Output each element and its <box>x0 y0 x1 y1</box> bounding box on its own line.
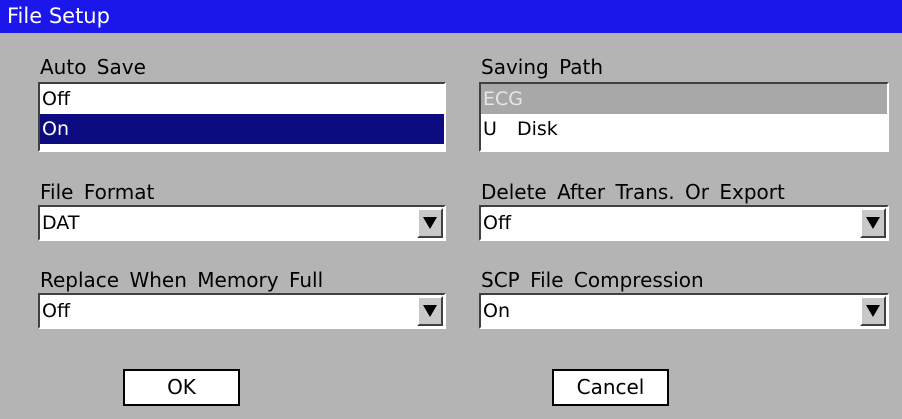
saving-path-option-u-disk[interactable]: U Disk <box>481 114 887 144</box>
delete-after-label: Delete After Trans. Or Export <box>481 180 785 204</box>
cancel-button[interactable]: Cancel <box>552 369 669 406</box>
chevron-down-icon <box>423 305 437 317</box>
ok-button[interactable]: OK <box>123 369 240 406</box>
file-format-dropdown[interactable]: DAT <box>38 205 446 241</box>
chevron-down-icon <box>866 217 880 229</box>
scp-compression-value: On <box>483 300 510 322</box>
file-format-value: DAT <box>42 212 80 234</box>
delete-after-dropdown[interactable]: Off <box>479 205 889 241</box>
replace-full-dropdown[interactable]: Off <box>38 293 446 329</box>
auto-save-option-off[interactable]: Off <box>40 84 444 114</box>
window-title: File Setup <box>0 0 902 33</box>
saving-path-option-ecg[interactable]: ECG <box>481 84 887 114</box>
scp-compression-dropdown[interactable]: On <box>479 293 889 329</box>
file-format-dropdown-button[interactable] <box>417 208 443 238</box>
saving-path-list[interactable]: ECG U Disk <box>479 82 889 152</box>
saving-path-label: Saving Path <box>481 55 604 79</box>
scp-compression-label: SCP File Compression <box>481 268 704 292</box>
auto-save-label: Auto Save <box>40 55 146 79</box>
replace-full-value: Off <box>42 300 71 322</box>
scp-compression-dropdown-button[interactable] <box>860 296 886 326</box>
delete-after-value: Off <box>483 212 512 234</box>
auto-save-option-on[interactable]: On <box>40 114 444 144</box>
replace-full-dropdown-button[interactable] <box>417 296 443 326</box>
file-format-label: File Format <box>40 180 155 204</box>
auto-save-list[interactable]: Off On <box>38 82 446 152</box>
chevron-down-icon <box>423 217 437 229</box>
delete-after-dropdown-button[interactable] <box>860 208 886 238</box>
replace-full-label: Replace When Memory Full <box>40 268 324 292</box>
chevron-down-icon <box>866 305 880 317</box>
